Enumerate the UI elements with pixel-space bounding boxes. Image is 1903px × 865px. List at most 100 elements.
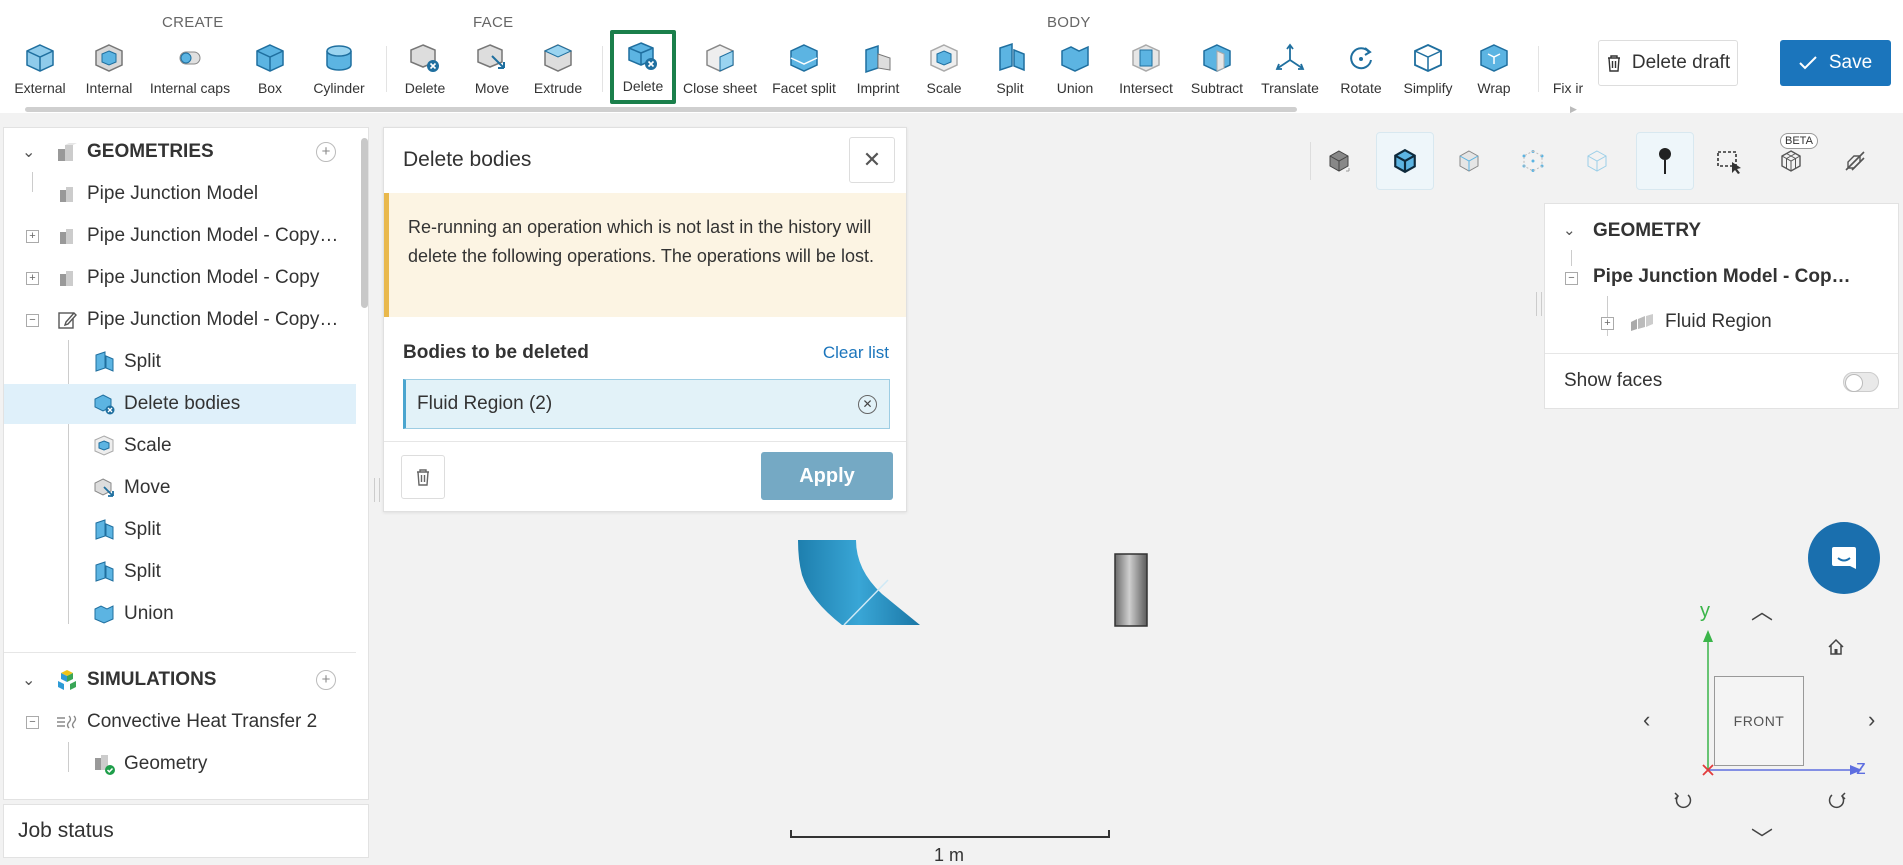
rotate-cw-icon[interactable] xyxy=(1826,790,1848,812)
collapse-icon[interactable]: − xyxy=(26,313,39,327)
delete-draft-label: Delete draft xyxy=(1631,52,1731,73)
box-select-button[interactable] xyxy=(1700,132,1758,190)
clipping-tool-button[interactable] xyxy=(1826,132,1884,190)
tool-intersect[interactable]: Intersect xyxy=(1114,36,1178,98)
point-probe-button[interactable] xyxy=(1636,132,1694,190)
tool-imprint[interactable]: Imprint xyxy=(850,36,906,98)
home-view-icon[interactable] xyxy=(1826,637,1846,657)
show-faces-toggle[interactable] xyxy=(1843,372,1879,392)
split-icon xyxy=(92,518,116,542)
tool-scale[interactable]: Scale xyxy=(918,36,970,98)
tree-scrollbar[interactable] xyxy=(361,138,368,308)
tree-simulation[interactable]: − Convective Heat Transfer 2 xyxy=(4,702,356,742)
chevron-down-icon[interactable]: ⌄ xyxy=(22,142,35,162)
tool-cylinder[interactable]: Cylinder xyxy=(306,36,372,98)
tree-op-split[interactable]: Split xyxy=(4,342,356,382)
tree-op-delete-bodies[interactable]: Delete bodies xyxy=(4,384,356,424)
rotate-right-icon[interactable]: › xyxy=(1868,707,1875,733)
tree-geometry-3[interactable]: + Pipe Junction Model - Copy xyxy=(4,258,356,298)
expand-icon[interactable]: + xyxy=(26,271,39,285)
tool-rotate[interactable]: Rotate xyxy=(1336,36,1386,98)
tool-face-move[interactable]: Move xyxy=(466,36,518,98)
tool-translate[interactable]: Translate xyxy=(1256,36,1324,98)
tool-facet-split[interactable]: Facet split xyxy=(770,36,838,98)
tree-op-move[interactable]: Move xyxy=(4,468,356,508)
tree-geometry-4[interactable]: − Pipe Junction Model - Copy… xyxy=(4,300,356,340)
move-icon xyxy=(92,476,116,500)
close-icon: ✕ xyxy=(862,147,882,172)
toolbar-scrollbar[interactable] xyxy=(25,107,1297,112)
close-dialog-button[interactable]: ✕ xyxy=(849,137,895,183)
geometry-panel-title: GEOMETRY xyxy=(1593,220,1702,241)
face-move-icon xyxy=(474,40,510,76)
cylinder-icon xyxy=(321,40,357,76)
rotate-left-icon[interactable]: ‹ xyxy=(1643,707,1650,733)
chevron-down-icon[interactable]: ⌄ xyxy=(22,670,35,690)
apply-button[interactable]: Apply xyxy=(761,452,893,500)
pipe-elbow-model[interactable] xyxy=(790,530,980,630)
view-transparent-button[interactable] xyxy=(1440,132,1498,190)
tool-face-delete[interactable]: Delete xyxy=(398,36,452,98)
scroll-right-icon[interactable]: ▶ xyxy=(1570,104,1580,114)
rotate-up-icon[interactable]: ︿ xyxy=(1751,594,1773,626)
add-simulation-icon[interactable]: + xyxy=(316,670,336,690)
tool-box[interactable]: Box xyxy=(246,36,294,98)
tool-subtract[interactable]: Subtract xyxy=(1186,36,1248,98)
view-wireframe-button[interactable] xyxy=(1568,132,1626,190)
panel-splitter[interactable] xyxy=(374,478,380,502)
tool-simplify[interactable]: Simplify xyxy=(1398,36,1458,98)
tree-geometry-1[interactable]: Pipe Junction Model xyxy=(4,174,356,214)
tool-fix[interactable]: Fix ir xyxy=(1550,36,1586,98)
save-label: Save xyxy=(1828,52,1873,73)
remove-body-icon[interactable]: ✕ xyxy=(858,395,877,414)
tree-sim-geometry[interactable]: Geometry xyxy=(4,744,356,784)
navigation-cube[interactable]: FRONT xyxy=(1714,676,1804,766)
collapse-icon[interactable]: − xyxy=(26,715,39,729)
tool-wrap[interactable]: Wrap xyxy=(1470,36,1518,98)
tool-close-sheet[interactable]: Close sheet xyxy=(683,36,757,98)
tool-internal-caps[interactable]: Internal caps xyxy=(148,36,232,98)
expand-icon[interactable]: + xyxy=(26,229,39,243)
geometry-model-icon xyxy=(55,224,79,248)
sim-child-label: Geometry xyxy=(124,753,208,774)
tree-op-scale[interactable]: Scale xyxy=(4,426,356,466)
collapse-icon[interactable]: − xyxy=(1565,272,1578,285)
tool-external[interactable]: External xyxy=(8,36,72,98)
clip-plane-icon xyxy=(1845,151,1865,171)
delete-operation-button[interactable] xyxy=(401,455,445,499)
section-divider xyxy=(4,652,356,653)
tool-internal[interactable]: Internal xyxy=(78,36,140,98)
view-solid-button[interactable] xyxy=(1310,132,1368,190)
tool-union[interactable]: Union xyxy=(1048,36,1102,98)
rotate-ccw-icon[interactable] xyxy=(1672,790,1694,812)
job-status-bar[interactable]: Job status xyxy=(3,804,369,858)
add-geometry-icon[interactable]: + xyxy=(316,142,336,162)
simulations-section-header[interactable]: ⌄ SIMULATIONS + xyxy=(4,660,356,700)
geometries-section-header[interactable]: ⌄ GEOMETRIES + xyxy=(4,132,356,172)
selected-body-item[interactable]: Fluid Region (2) ✕ xyxy=(403,379,890,429)
z-axis-label: z xyxy=(1856,757,1866,779)
rotate-down-icon[interactable]: ﹀ xyxy=(1751,822,1773,854)
delete-draft-button[interactable]: Delete draft xyxy=(1598,40,1738,86)
expand-icon[interactable]: + xyxy=(1601,317,1614,330)
tree-op-split-2[interactable]: Split xyxy=(4,510,356,550)
view-solid-edges-button[interactable] xyxy=(1376,132,1434,190)
tool-split[interactable]: Split xyxy=(988,36,1032,98)
geometry-model-item[interactable]: Pipe Junction Model - Cop… xyxy=(1593,266,1851,288)
save-button[interactable]: Save xyxy=(1780,40,1891,86)
view-points-button[interactable] xyxy=(1504,132,1562,190)
tree-geometry-2[interactable]: + Pipe Junction Model - Copy… xyxy=(4,216,356,256)
tree-op-split-3[interactable]: Split xyxy=(4,552,356,592)
chevron-down-icon[interactable]: ⌄ xyxy=(1563,221,1576,239)
clear-list-link[interactable]: Clear list xyxy=(823,343,889,363)
tree-op-union[interactable]: Union xyxy=(4,594,356,634)
tool-body-delete[interactable]: Delete xyxy=(610,30,676,104)
fluid-region-item[interactable]: Fluid Region xyxy=(1665,311,1772,333)
tool-face-extrude[interactable]: Extrude xyxy=(530,36,586,98)
panel-splitter[interactable] xyxy=(1536,292,1542,316)
geometry-model-icon xyxy=(55,182,79,206)
support-chat-button[interactable] xyxy=(1808,522,1880,594)
split-icon xyxy=(92,560,116,584)
cylinder-body-model[interactable] xyxy=(1114,553,1148,627)
edged-cube-icon xyxy=(1394,148,1416,174)
